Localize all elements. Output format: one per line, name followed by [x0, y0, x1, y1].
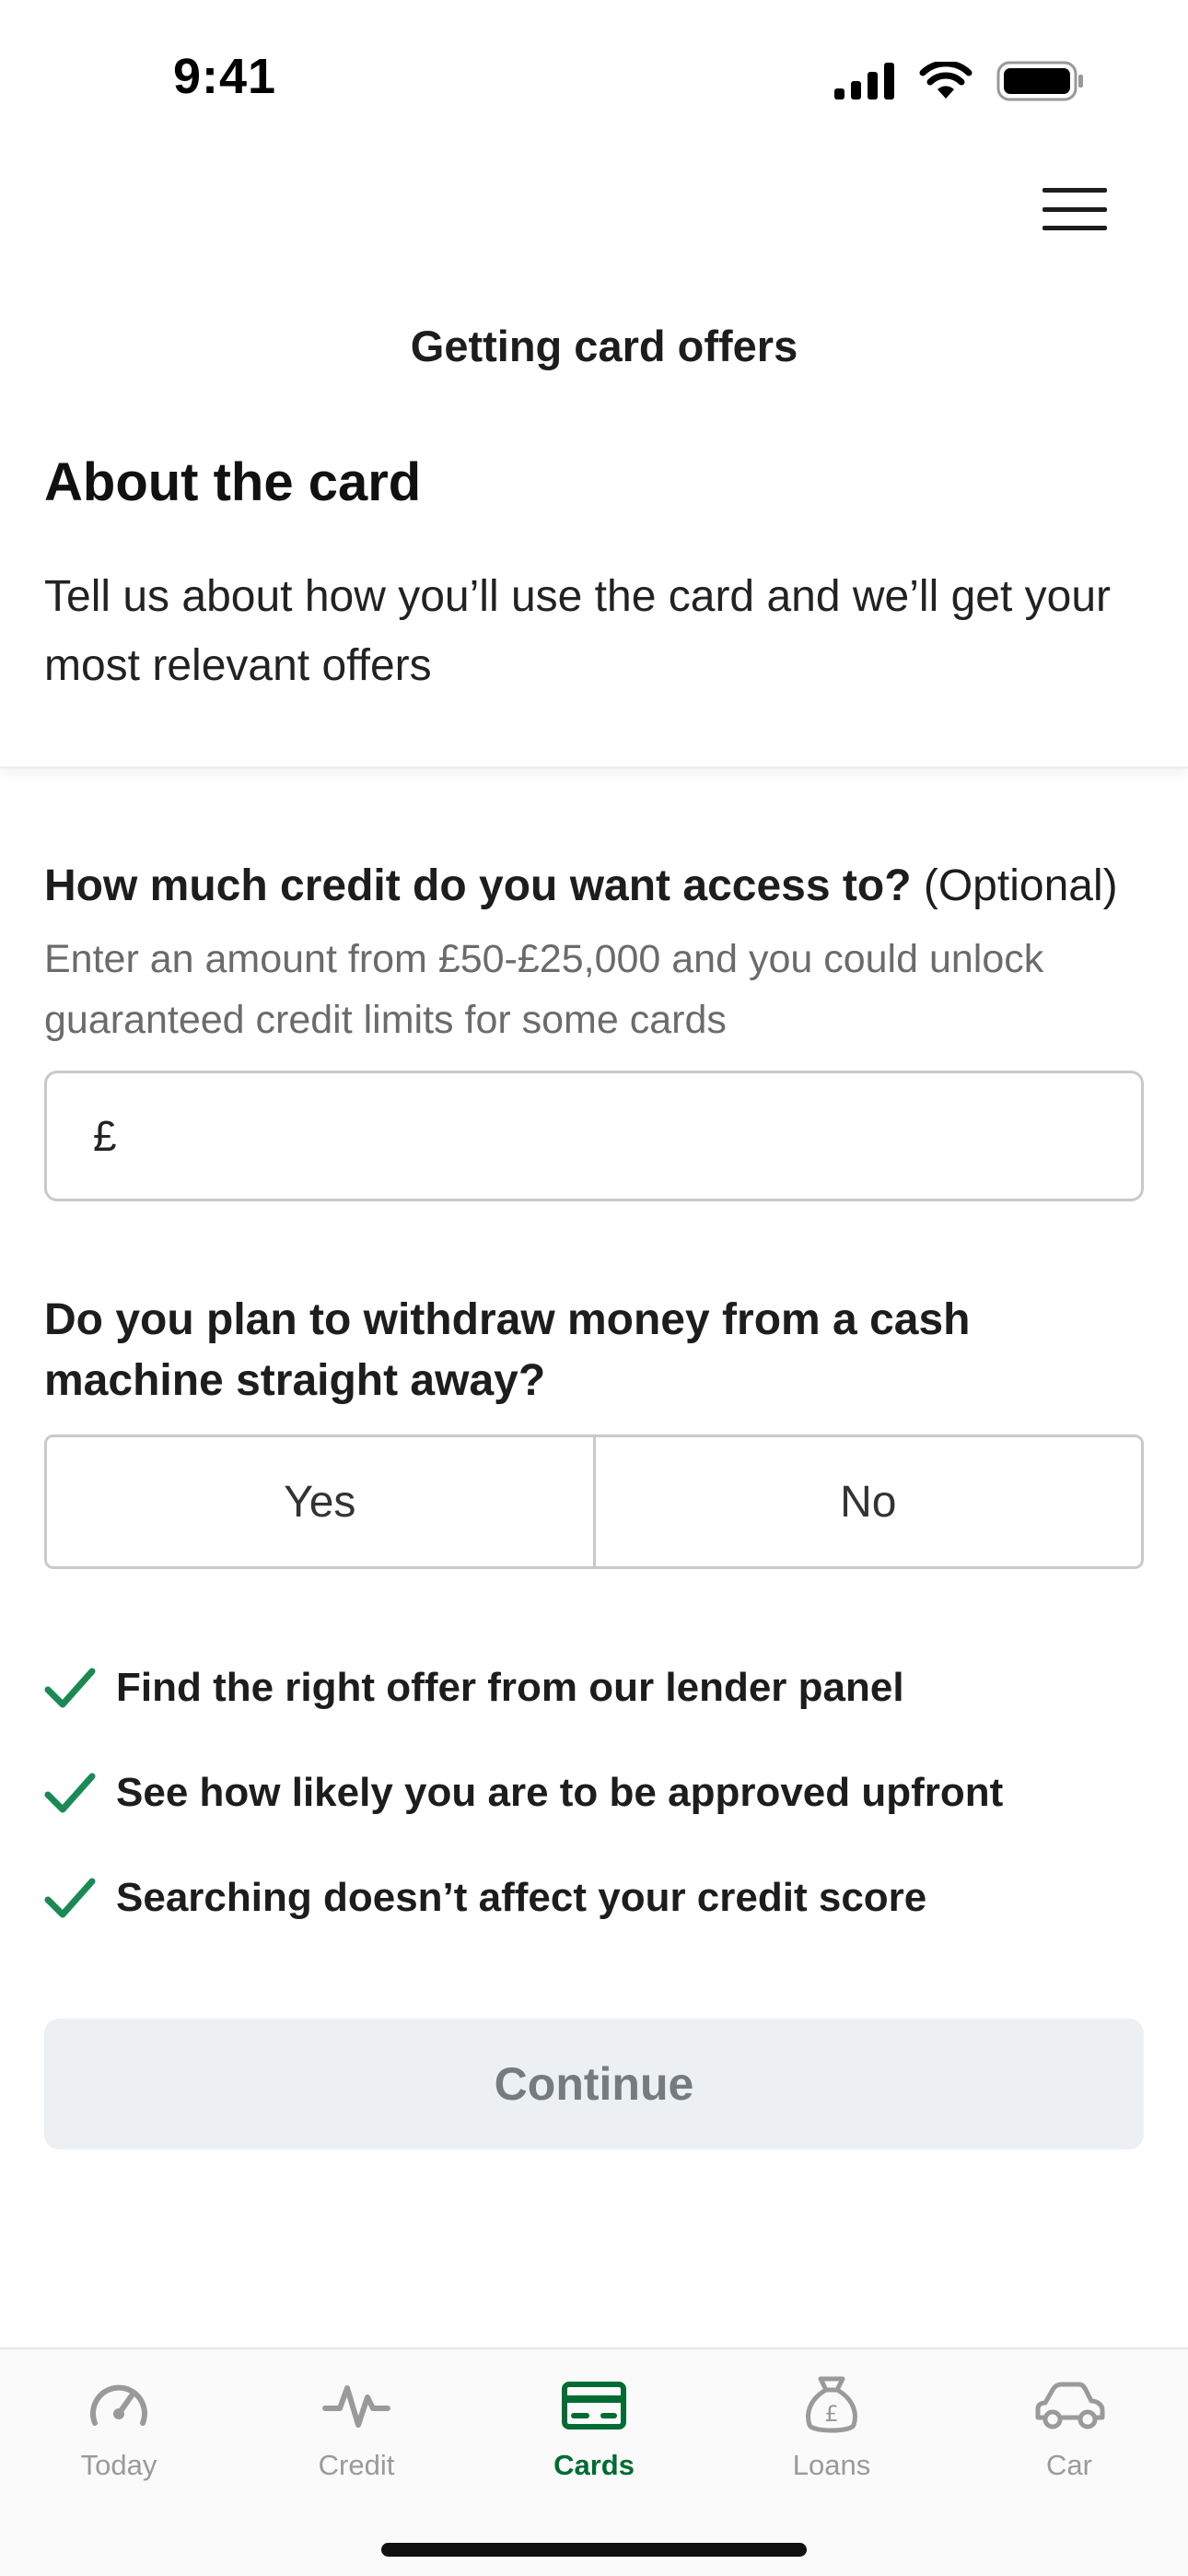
svg-text:£: £ [824, 2401, 838, 2427]
cash-withdrawal-question: Do you plan to withdraw money from a cas… [44, 1295, 971, 1405]
no-option-button[interactable]: No [592, 1437, 1141, 1566]
section-description: Tell us about how you’ll use the card an… [44, 572, 1111, 690]
tab-label: Today [80, 2449, 157, 2481]
tab-label: Credit [318, 2449, 395, 2481]
tab-label: Cards [553, 2449, 635, 2481]
card-icon [562, 2382, 626, 2430]
tab-label: Loans [792, 2449, 871, 2481]
benefit-text: Find the right offer from our lender pan… [116, 1665, 904, 1710]
tab-car[interactable]: Car [950, 2349, 1188, 2576]
checkmark-icon [44, 1668, 96, 1708]
intro-section: About the card Tell us about how you’ll … [0, 387, 1188, 768]
home-indicator[interactable] [381, 2543, 807, 2557]
status-icons [834, 61, 1085, 101]
car-icon [1035, 2382, 1105, 2430]
benefit-item: See how likely you are to be approved up… [44, 1763, 1149, 1822]
tab-today[interactable]: Today [0, 2349, 238, 2576]
battery-icon [996, 61, 1083, 101]
bottom-tab-bar: Today Credit Cards £ Loans Car [0, 2348, 1188, 2576]
benefit-text: See how likely you are to be approved up… [116, 1770, 1004, 1815]
checkmark-icon [44, 1878, 96, 1918]
benefit-item: Searching doesn’t affect your credit sco… [44, 1868, 1149, 1927]
credit-amount-help: Enter an amount from £50-£25,000 and you… [44, 937, 1044, 1042]
yes-option-button[interactable]: Yes [47, 1437, 593, 1566]
optional-tag: (Optional) [923, 861, 1118, 910]
credit-amount-question: How much credit do you want access to? [44, 861, 912, 910]
money-bag-icon: £ [806, 2376, 857, 2433]
continue-button[interactable]: Continue [44, 2019, 1144, 2149]
status-time: 9:41 [173, 49, 277, 104]
cash-withdrawal-toggle: Yes No [44, 1434, 1144, 1569]
tab-label: Car [1046, 2449, 1092, 2481]
checkmark-icon [44, 1773, 96, 1813]
hamburger-menu-icon[interactable] [1041, 184, 1109, 234]
section-heading: About the card [44, 452, 422, 512]
gauge-icon [90, 2384, 147, 2426]
credit-amount-field[interactable]: £ [44, 1071, 1144, 1201]
page-title: Getting card offers [410, 322, 798, 370]
benefit-text: Searching doesn’t affect your credit sco… [116, 1875, 927, 1920]
credit-amount-input[interactable] [134, 1111, 1056, 1161]
signal-icon [834, 63, 894, 100]
benefit-item: Find the right offer from our lender pan… [44, 1658, 1149, 1717]
credit-amount-label: How much credit do you want access to? (… [44, 861, 1118, 911]
wifi-icon [919, 62, 973, 99]
pulse-icon [322, 2385, 390, 2428]
currency-symbol: £ [93, 1112, 117, 1160]
benefits-list: Find the right offer from our lender pan… [44, 1658, 1149, 1973]
status-bar: 9:41 [0, 0, 1188, 157]
